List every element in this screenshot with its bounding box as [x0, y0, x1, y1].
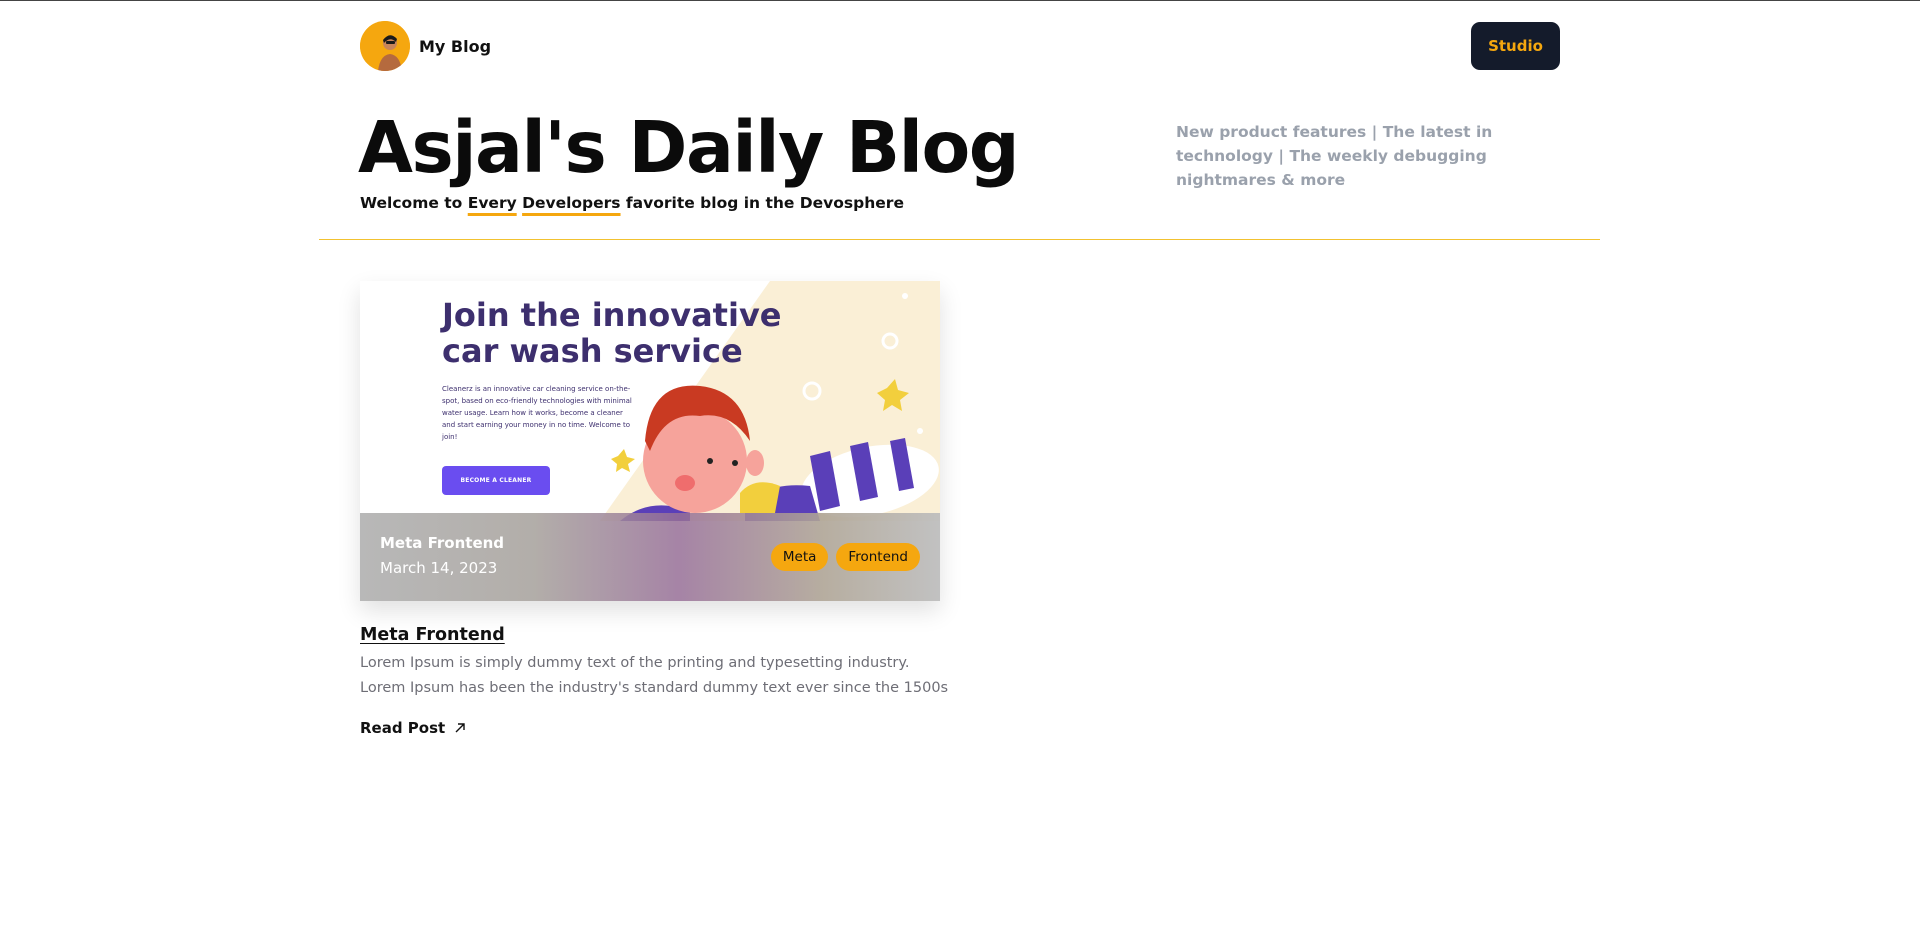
subtitle-highlight-developers: Developers	[522, 194, 621, 212]
page-title: Asjal's Daily Blog	[358, 106, 1020, 189]
hero-subtitle: Welcome to Every Developers favorite blo…	[360, 194, 904, 212]
post-excerpt: Lorem Ipsum is simply dummy text of the …	[360, 655, 949, 696]
post-card[interactable]: Join the innovative car wash service Clea…	[360, 281, 940, 601]
avatar	[360, 21, 410, 71]
subtitle-prefix: Welcome to	[360, 194, 468, 212]
tag-frontend[interactable]: Frontend	[836, 543, 920, 571]
brand-name: My Blog	[419, 36, 492, 56]
subtitle-suffix: favorite blog in the Devosphere	[620, 194, 904, 212]
cover-heading-line2: car wash service	[442, 332, 743, 370]
post-date: March 14, 2023	[380, 559, 498, 577]
avatar-illustration-icon	[360, 21, 410, 71]
arrow-up-right-icon	[455, 723, 465, 733]
cover-button: BECOME A CLEANER	[442, 466, 550, 495]
post-title-link[interactable]: Meta Frontend	[360, 625, 505, 645]
subtitle-highlight-every: Every	[467, 194, 517, 212]
card-overlay-title: Meta Frontend	[380, 534, 505, 552]
tag-list: Meta Frontend	[770, 543, 920, 571]
tagline: New product features | The latest in tec…	[1176, 123, 1493, 189]
header-divider	[319, 239, 1600, 240]
brand[interactable]: My Blog	[360, 21, 491, 71]
cover-heading: Join the innovative car wash service	[442, 297, 782, 369]
cover-paragraph: Cleanerz is an innovative car cleaning s…	[442, 385, 632, 441]
read-post-label: Read Post	[360, 719, 446, 737]
read-post-link[interactable]: Read Post	[360, 719, 467, 737]
studio-button[interactable]: Studio	[1471, 22, 1560, 70]
cover-heading-line1: Join the innovative	[442, 296, 782, 334]
tag-meta[interactable]: Meta	[770, 543, 829, 571]
